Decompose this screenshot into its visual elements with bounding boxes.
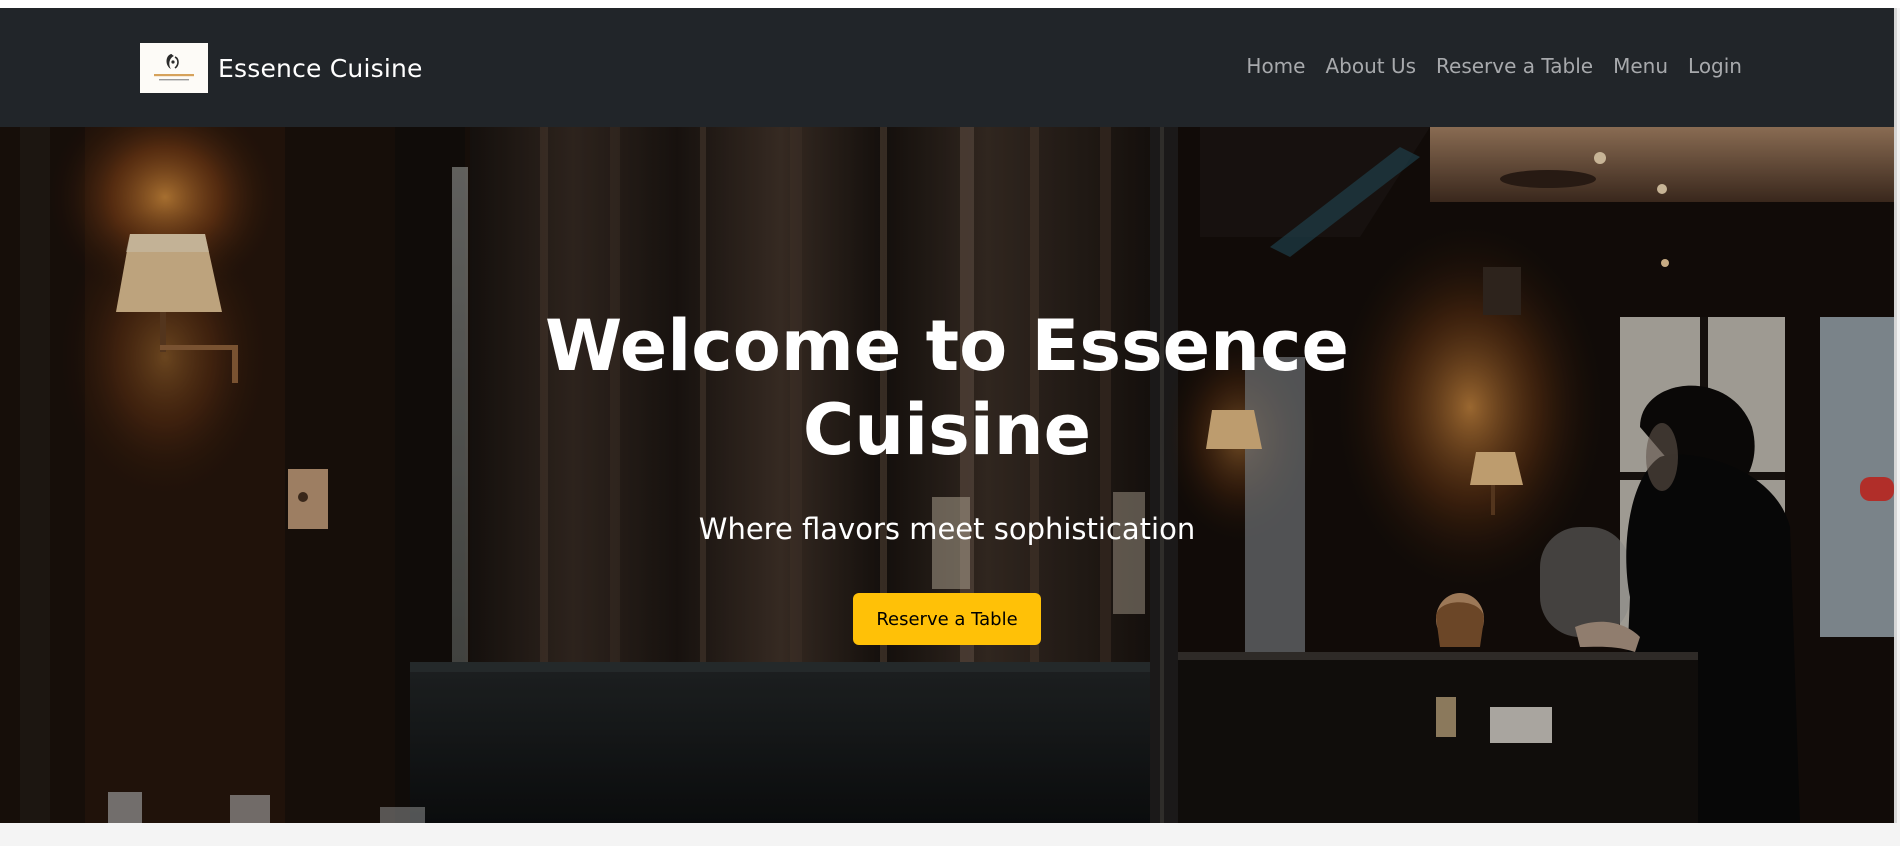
hero-title: Welcome to Essence Cuisine — [545, 305, 1349, 471]
nav-home[interactable]: Home — [1246, 54, 1305, 78]
nav-menu: Home About Us Reserve a Table Menu Login — [1246, 54, 1742, 78]
nav-about-us[interactable]: About Us — [1325, 54, 1416, 78]
nav-menu-link[interactable]: Menu — [1613, 54, 1668, 78]
brand-link[interactable]: Essence Cuisine — [140, 43, 423, 93]
nav-login[interactable]: Login — [1688, 54, 1742, 78]
nav-reserve-a-table[interactable]: Reserve a Table — [1436, 54, 1593, 78]
hero-section: Welcome to Essence Cuisine Where flavors… — [0, 127, 1897, 823]
navbar: Essence Cuisine Home About Us Reserve a … — [0, 8, 1897, 127]
hero-background-image — [0, 127, 1894, 823]
page-bottom-strip — [0, 823, 1900, 846]
reserve-table-button[interactable]: Reserve a Table — [853, 593, 1041, 645]
page: Essence Cuisine Home About Us Reserve a … — [0, 0, 1900, 846]
hero-subtitle: Where flavors meet sophistication — [698, 512, 1196, 546]
brand-name: Essence Cuisine — [218, 53, 423, 83]
browser-top-edge — [0, 0, 1900, 8]
brand-logo — [140, 43, 208, 93]
